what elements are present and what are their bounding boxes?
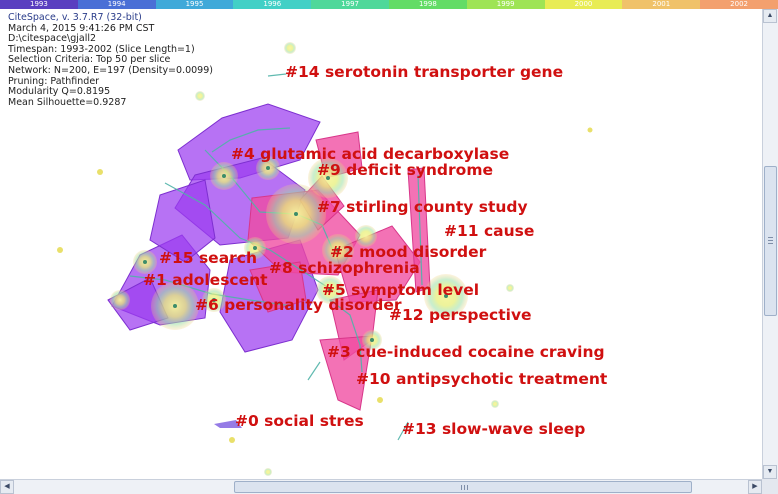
node[interactable] <box>57 247 63 253</box>
year-2002: 2002 <box>700 0 778 9</box>
year-1993: 1993 <box>0 0 78 9</box>
cluster-label[interactable]: #14 serotonin transporter gene <box>285 63 563 81</box>
year-1995: 1995 <box>155 0 234 9</box>
cluster-label[interactable]: #3 cue-induced cocaine craving <box>327 343 605 361</box>
scroll-down-button[interactable]: ▼ <box>763 465 777 479</box>
timeline-bar: 1993 1994 1995 1996 1997 1998 1999 2000 … <box>0 0 778 9</box>
node[interactable] <box>97 169 103 175</box>
node[interactable] <box>229 437 235 443</box>
app-title: CiteSpace, v. 3.7.R7 (32-bit) <box>8 12 142 23</box>
year-1999: 1999 <box>466 0 545 9</box>
network-stats: Network: N=200, E=197 (Density=0.0099) <box>8 64 213 76</box>
cluster-label[interactable]: #15 search <box>159 249 257 267</box>
node[interactable] <box>491 400 499 408</box>
year-1998: 1998 <box>388 0 467 9</box>
node[interactable] <box>264 468 272 476</box>
year-2000: 2000 <box>544 0 623 9</box>
node[interactable] <box>587 127 593 133</box>
node[interactable] <box>377 397 383 403</box>
cluster-label[interactable]: #8 schizophrenia <box>269 259 420 277</box>
scroll-corner <box>762 479 778 494</box>
scroll-left-button[interactable]: ◀ <box>0 480 14 494</box>
cluster-label[interactable]: #13 slow-wave sleep <box>402 420 585 438</box>
cluster-label[interactable]: #9 deficit syndrome <box>317 161 493 179</box>
vertical-scroll-thumb[interactable] <box>764 166 777 316</box>
network-canvas[interactable]: CiteSpace, v. 3.7.R7 (32-bit) March 4, 2… <box>0 9 762 479</box>
year-1994: 1994 <box>77 0 156 9</box>
cluster-label[interactable]: #1 adolescent <box>143 271 268 289</box>
year-1997: 1997 <box>311 0 389 9</box>
info-panel: CiteSpace, v. 3.7.R7 (32-bit) March 4, 2… <box>8 12 213 108</box>
node[interactable] <box>110 290 130 310</box>
silhouette: Mean Silhouette=0.9287 <box>8 96 127 108</box>
node[interactable] <box>284 42 296 54</box>
vertical-scrollbar[interactable]: ▲ ▼ <box>762 9 778 479</box>
cluster-label[interactable]: #10 antipsychotic treatment <box>356 370 607 388</box>
year-2001: 2001 <box>622 0 701 9</box>
cluster-label[interactable]: #11 cause <box>444 222 534 240</box>
cluster-label[interactable]: #7 stirling county study <box>317 198 528 216</box>
horizontal-scrollbar[interactable]: ◀ ▶ <box>0 479 762 494</box>
year-1996: 1996 <box>233 0 312 9</box>
horizontal-scroll-thumb[interactable] <box>234 481 692 493</box>
cluster-label[interactable]: #6 personality disorder <box>195 296 402 314</box>
cluster-label[interactable]: #12 perspective <box>389 306 532 324</box>
cluster-label[interactable]: #0 social stres <box>235 412 364 430</box>
node[interactable] <box>506 284 514 292</box>
scroll-up-button[interactable]: ▲ <box>763 9 777 23</box>
scroll-right-button[interactable]: ▶ <box>748 480 762 494</box>
